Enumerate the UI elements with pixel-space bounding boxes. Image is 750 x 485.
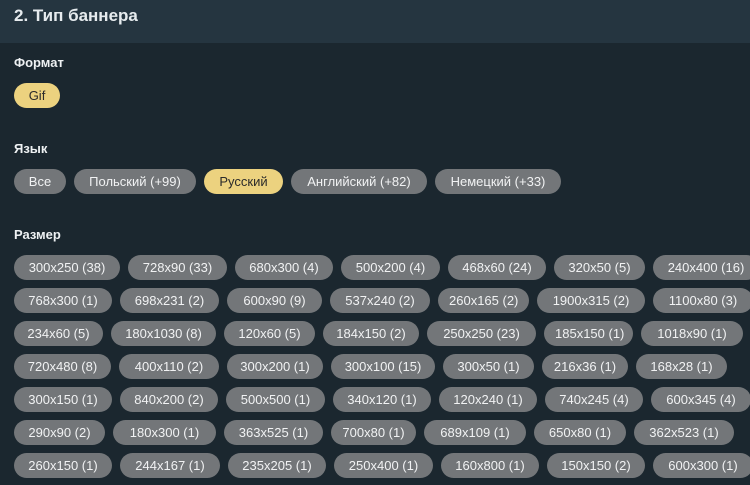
size-chip[interactable]: 1100x80 (3) (653, 288, 750, 313)
size-chip[interactable]: 300x200 (1) (227, 354, 323, 379)
size-chip[interactable]: 180x300 (1) (113, 420, 216, 445)
language-options: Все Польский (+99) Русский Английский (+… (14, 169, 561, 194)
language-chip-polish[interactable]: Польский (+99) (74, 169, 196, 194)
section-header: 2. Тип баннера (0, 0, 750, 43)
size-chip[interactable]: 250x400 (1) (334, 453, 433, 478)
size-row: 720x480 (8) 400x110 (2) 300x200 (1) 300x… (14, 354, 727, 379)
size-chip[interactable]: 235x205 (1) (228, 453, 326, 478)
size-chip[interactable]: 500x200 (4) (341, 255, 440, 280)
size-chip[interactable]: 168x28 (1) (636, 354, 727, 379)
size-chip[interactable]: 234x60 (5) (14, 321, 103, 346)
size-chip[interactable]: 720x480 (8) (14, 354, 111, 379)
size-chip[interactable]: 300x250 (38) (14, 255, 120, 280)
format-chip-gif[interactable]: Gif (14, 83, 60, 108)
size-chip[interactable]: 1900x315 (2) (537, 288, 645, 313)
format-label: Формат (14, 55, 64, 70)
size-chip[interactable]: 600x300 (1) (653, 453, 750, 478)
language-label: Язык (14, 141, 48, 156)
size-chip[interactable]: 300x150 (1) (14, 387, 112, 412)
size-chip[interactable]: 363x525 (1) (224, 420, 323, 445)
size-chip[interactable]: 244x167 (1) (120, 453, 220, 478)
size-row: 768x300 (1) 698x231 (2) 600x90 (9) 537x2… (14, 288, 750, 313)
size-chip[interactable]: 180x1030 (8) (111, 321, 216, 346)
size-chip[interactable]: 160x800 (1) (441, 453, 539, 478)
size-row: 300x250 (38) 728x90 (33) 680x300 (4) 500… (14, 255, 750, 280)
size-chip[interactable]: 185x150 (1) (544, 321, 633, 346)
size-chip[interactable]: 240x400 (16) (653, 255, 750, 280)
language-chip-german[interactable]: Немецкий (+33) (435, 169, 561, 194)
size-chip[interactable]: 184x150 (2) (323, 321, 419, 346)
size-chip[interactable]: 468x60 (24) (448, 255, 546, 280)
size-chip[interactable]: 537x240 (2) (330, 288, 430, 313)
size-chip[interactable]: 120x60 (5) (224, 321, 315, 346)
size-chip[interactable]: 840x200 (2) (120, 387, 218, 412)
size-chip[interactable]: 300x50 (1) (443, 354, 534, 379)
language-chip-english[interactable]: Английский (+82) (291, 169, 427, 194)
size-row: 260x150 (1) 244x167 (1) 235x205 (1) 250x… (14, 453, 750, 478)
size-chip[interactable]: 728x90 (33) (128, 255, 227, 280)
size-chip[interactable]: 362x523 (1) (634, 420, 734, 445)
size-chip[interactable]: 260x150 (1) (14, 453, 112, 478)
size-chip[interactable]: 250x250 (23) (427, 321, 536, 346)
size-chip[interactable]: 700x80 (1) (331, 420, 416, 445)
size-row: 300x150 (1) 840x200 (2) 500x500 (1) 340x… (14, 387, 750, 412)
format-options: Gif (14, 83, 60, 108)
size-chip[interactable]: 1018x90 (1) (641, 321, 743, 346)
language-chip-all[interactable]: Все (14, 169, 66, 194)
size-chip[interactable]: 260x165 (2) (438, 288, 529, 313)
size-chip[interactable]: 300x100 (15) (331, 354, 435, 379)
language-chip-russian[interactable]: Русский (204, 169, 283, 194)
size-chip[interactable]: 500x500 (1) (226, 387, 325, 412)
size-label: Размер (14, 227, 61, 242)
size-chip[interactable]: 290x90 (2) (14, 420, 105, 445)
size-chip[interactable]: 340x120 (1) (333, 387, 431, 412)
size-chip[interactable]: 740x245 (4) (545, 387, 643, 412)
size-chip[interactable]: 320x50 (5) (554, 255, 645, 280)
size-chip[interactable]: 400x110 (2) (119, 354, 219, 379)
size-chip[interactable]: 150x150 (2) (547, 453, 645, 478)
size-chip[interactable]: 216x36 (1) (542, 354, 628, 379)
size-chip[interactable]: 650x80 (1) (534, 420, 626, 445)
section-title: 2. Тип баннера (14, 5, 138, 25)
size-chip[interactable]: 600x90 (9) (227, 288, 322, 313)
size-chip[interactable]: 600x345 (4) (651, 387, 750, 412)
size-chip[interactable]: 120x240 (1) (439, 387, 537, 412)
size-chip[interactable]: 689x109 (1) (424, 420, 526, 445)
size-chip[interactable]: 680x300 (4) (235, 255, 333, 280)
size-row: 234x60 (5) 180x1030 (8) 120x60 (5) 184x1… (14, 321, 743, 346)
size-row: 290x90 (2) 180x300 (1) 363x525 (1) 700x8… (14, 420, 734, 445)
size-chip[interactable]: 698x231 (2) (120, 288, 219, 313)
size-chip[interactable]: 768x300 (1) (14, 288, 112, 313)
